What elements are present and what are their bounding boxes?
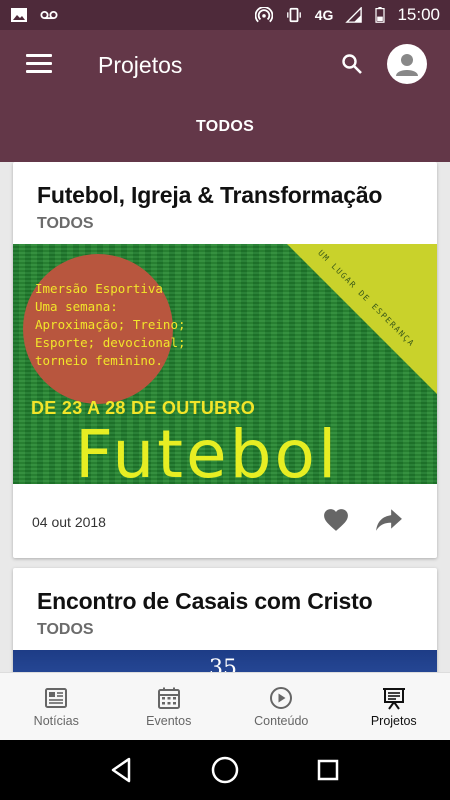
card-category: TODOS bbox=[37, 215, 94, 232]
news-icon bbox=[45, 688, 68, 708]
image-big-text: Futebol bbox=[75, 416, 340, 484]
nav-projetos[interactable]: Projetos bbox=[338, 673, 450, 740]
image-number: 35 bbox=[209, 656, 237, 672]
card-image[interactable]: UM LUGAR DE ESPERANÇA Imersão Esportiva … bbox=[13, 244, 437, 484]
project-card[interactable]: Encontro de Casais com Cristo TODOS 35 bbox=[13, 568, 437, 672]
card-date: 04 out 2018 bbox=[32, 514, 106, 530]
vibrate-icon bbox=[286, 7, 301, 23]
bottom-navigation: Notícias Eventos Conteúdo Projetos bbox=[0, 672, 450, 740]
battery-icon bbox=[375, 7, 386, 23]
card-title: Futebol, Igreja & Transformação bbox=[37, 182, 383, 208]
presentation-icon bbox=[382, 688, 405, 710]
search-icon[interactable] bbox=[340, 52, 364, 76]
image-description: Imersão Esportiva Uma semana: Aproximaçã… bbox=[35, 281, 186, 368]
page-title: Projetos bbox=[98, 52, 183, 78]
hotspot-icon bbox=[254, 7, 273, 23]
system-navigation bbox=[0, 740, 450, 800]
project-card[interactable]: Futebol, Igreja & Transformação TODOS UM… bbox=[13, 162, 437, 558]
card-category: TODOS bbox=[37, 621, 94, 638]
network-type: 4G bbox=[314, 7, 334, 23]
home-icon[interactable] bbox=[210, 755, 240, 785]
image-corner-banner bbox=[287, 244, 437, 394]
back-icon[interactable] bbox=[107, 755, 137, 785]
menu-icon[interactable] bbox=[26, 54, 52, 76]
heart-icon[interactable] bbox=[323, 508, 349, 532]
voicemail-icon bbox=[40, 10, 58, 20]
card-footer: 04 out 2018 bbox=[13, 484, 437, 558]
app-bar: Projetos TODOS bbox=[0, 30, 450, 162]
signal-icon bbox=[345, 7, 363, 23]
card-title: Encontro de Casais com Cristo bbox=[37, 588, 373, 614]
project-list[interactable]: Futebol, Igreja & Transformação TODOS UM… bbox=[0, 162, 450, 672]
share-icon[interactable] bbox=[375, 508, 403, 532]
tab-todos[interactable]: TODOS bbox=[0, 118, 450, 136]
account-icon bbox=[396, 54, 418, 76]
nav-eventos[interactable]: Eventos bbox=[113, 673, 226, 740]
recents-icon[interactable] bbox=[313, 755, 343, 785]
play-icon bbox=[270, 687, 293, 709]
image-icon bbox=[11, 8, 27, 22]
nav-conteudo[interactable]: Conteúdo bbox=[225, 673, 338, 740]
account-button[interactable] bbox=[387, 44, 427, 84]
nav-noticias[interactable]: Notícias bbox=[0, 673, 113, 740]
calendar-icon bbox=[157, 687, 180, 709]
card-image[interactable]: 35 bbox=[13, 650, 437, 672]
clock: 15:00 bbox=[397, 5, 440, 24]
status-bar: 4G 15:00 bbox=[0, 0, 450, 30]
